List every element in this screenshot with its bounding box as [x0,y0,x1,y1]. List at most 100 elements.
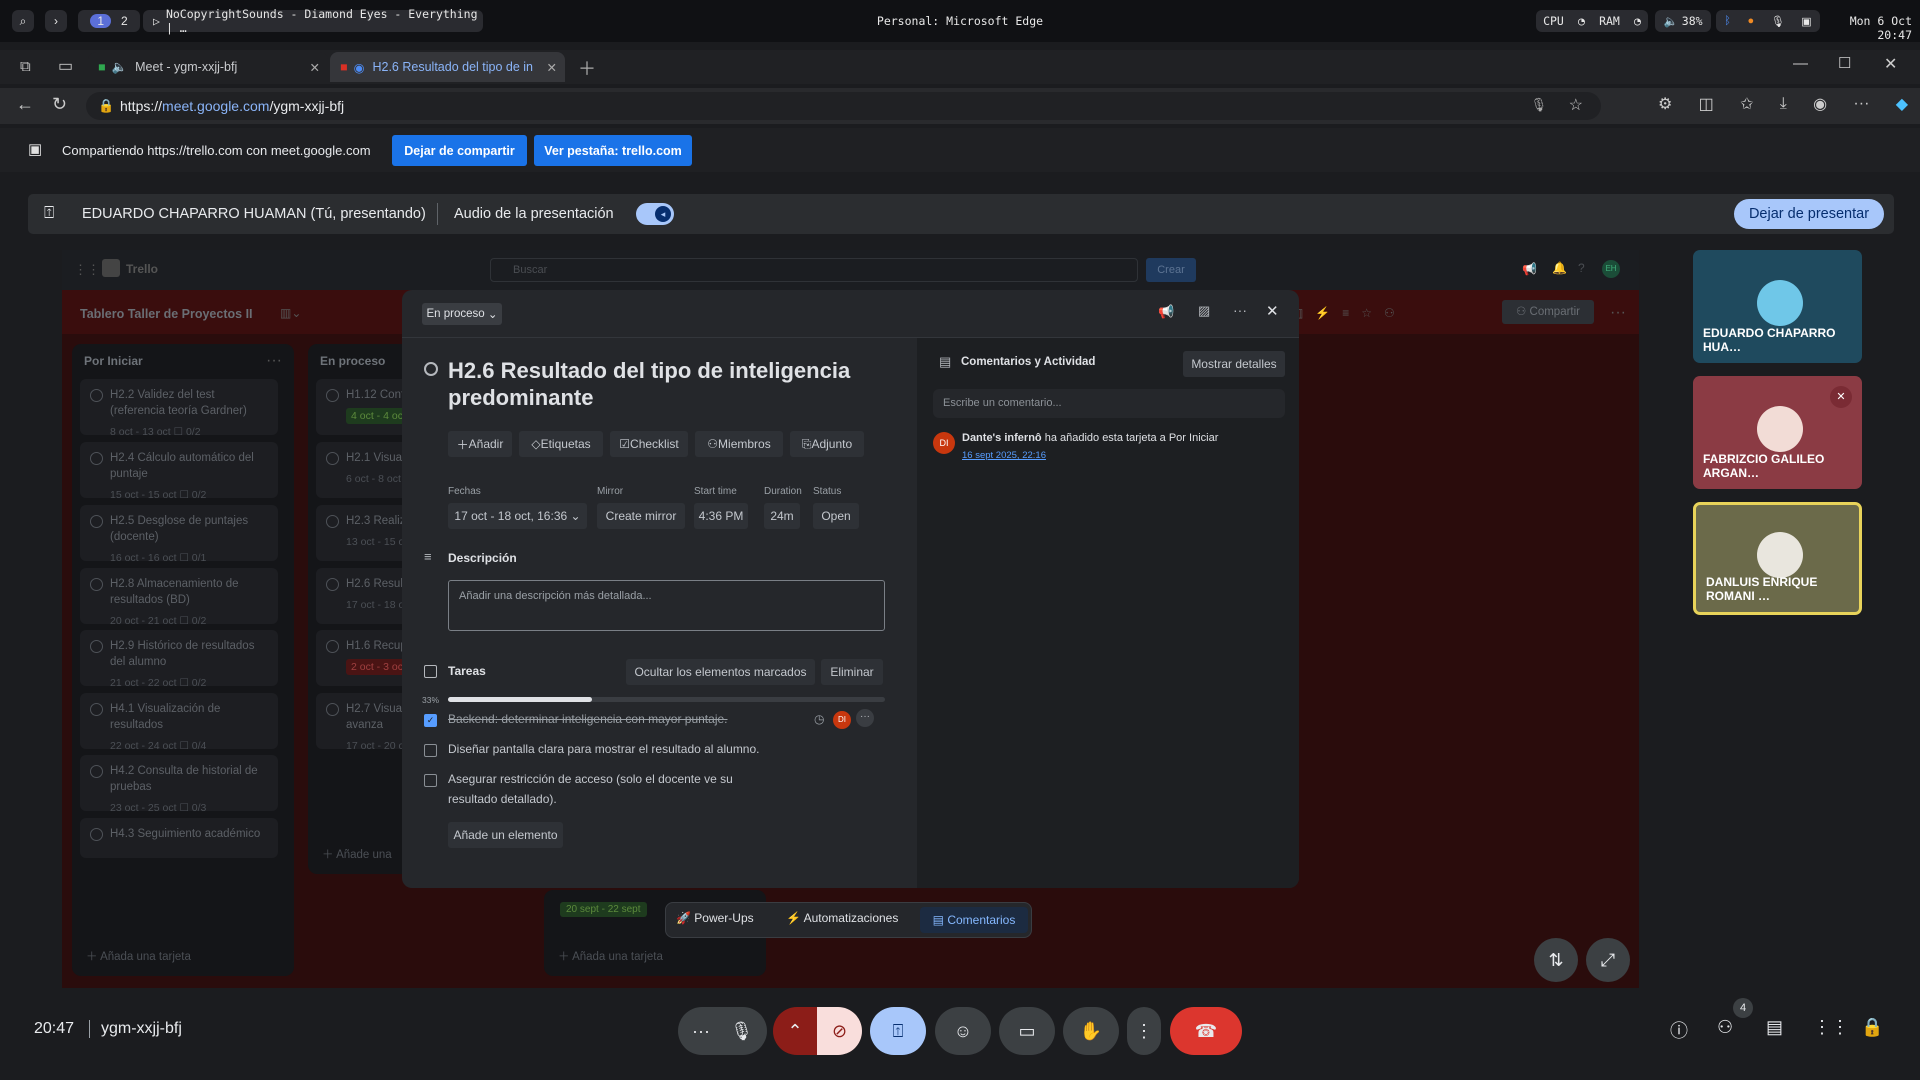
show-details-button[interactable]: Mostrar detalles [1183,351,1285,377]
board-share-button[interactable]: ⚇ Compartir [1502,300,1594,324]
minimize-icon[interactable]: — [1793,55,1808,72]
info-icon[interactable]: ⓘ [1670,1017,1688,1043]
more-icon[interactable]: ··· [1853,95,1869,113]
trello-card[interactable]: H2.4 Cálculo automático del puntaje 15 oc… [80,442,278,501]
task-item-text[interactable]: Diseñar pantalla clara para mostrar el r… [448,739,760,759]
mic-icon[interactable]: 🎙 [1530,97,1547,113]
delete-checklist-button[interactable]: Eliminar [821,659,883,685]
powerups-button[interactable]: 🚀 Power-Ups [676,911,754,925]
favorites-icon[interactable]: ✩ [1740,94,1753,114]
task-item-text[interactable]: Backend: determinar inteligencia con may… [448,709,728,729]
close-icon[interactable]: ✕ [310,60,320,75]
automations-button[interactable]: ⚡ Automatizaciones [786,911,898,925]
list-selector[interactable]: En proceso ⌄ [422,303,502,325]
more-icon[interactable]: ··· [1610,304,1626,322]
reload-icon[interactable]: ↻ [52,94,67,115]
bell-icon[interactable]: 🔔 [1552,261,1567,275]
labels-button[interactable]: ◇ Etiquetas [519,431,603,457]
firefox-icon[interactable]: ● [1747,15,1754,27]
megaphone-icon[interactable]: 📢 [1158,304,1174,320]
more-audio-options-icon[interactable]: ··· [692,1021,710,1042]
cover-image-icon[interactable]: ▨ [1198,303,1210,319]
mic-icon[interactable]: 🎙 [730,1021,753,1042]
stop-sharing-button[interactable]: Dejar de compartir [392,135,527,166]
card-complete-checkbox[interactable] [326,703,339,716]
card-complete-checkbox[interactable] [90,452,103,465]
close-icon[interactable]: ✕ [1266,302,1279,320]
avatar[interactable]: EH [1602,260,1620,278]
more-options-button[interactable]: ⋮ [1127,1007,1161,1055]
start-time-button[interactable]: 4:36 PM [694,503,748,529]
volume-widget[interactable]: 🔈 38% [1655,10,1711,32]
presentation-audio-toggle[interactable]: ◂ [636,203,674,225]
card-complete-checkbox[interactable] [90,703,103,716]
raise-hand-button[interactable]: ✋ [1063,1007,1119,1055]
tray-icons[interactable]: ᛒ ● 🎙 ▣ [1716,10,1820,32]
status-button[interactable]: Open [813,503,859,529]
card-complete-checkbox[interactable] [326,389,339,402]
present-screen-button[interactable]: ⍐ [870,1007,926,1055]
card-complete-checkbox[interactable] [90,765,103,778]
activities-icon[interactable]: ⋮⋮ [1813,1017,1849,1038]
help-icon[interactable]: ? [1578,261,1585,275]
trello-card[interactable]: H2.8 Almacenamiento de resultados (BD) 20… [80,568,278,627]
more-icon[interactable]: ··· [856,709,874,727]
extensions-icon[interactable]: ⚙ [1658,94,1672,114]
card-complete-checkbox[interactable] [326,640,339,653]
maximize-icon[interactable]: ☐ [1838,54,1851,72]
people-icon[interactable]: ⚇ [1717,1017,1733,1038]
apps-grid-icon[interactable]: ⋮⋮ [74,262,100,278]
back-icon[interactable]: ← [16,94,34,115]
activity-user[interactable]: Dante's infernô [962,432,1042,444]
task-member-avatar[interactable]: DI [833,711,851,729]
swap-layout-icon[interactable]: ⇅ [1534,938,1578,982]
trello-card[interactable]: H4.3 Seguimiento académico [80,818,278,858]
url-bar[interactable]: 🔒 https://meet.google.com/ygm-xxjj-bfj 🎙… [86,92,1601,120]
mic-icon[interactable]: 🎙 [1771,15,1785,28]
add-card-button[interactable]: ＋ Añade una [322,846,392,862]
checklist-button[interactable]: ☑ Checklist [610,431,688,457]
favorite-star-icon[interactable]: ☆ [1569,95,1583,115]
copilot-icon[interactable]: ◆ [1896,94,1908,114]
duration-button[interactable]: 24m [764,503,800,529]
captions-button[interactable]: ▭ [999,1007,1055,1055]
card-complete-checkbox[interactable] [90,828,103,841]
profile-icon[interactable]: ◉ [1813,94,1827,114]
task-item-text[interactable]: Asegurar restricción de acceso (solo el … [448,769,778,809]
activity-avatar[interactable]: DI [933,432,955,454]
board-title[interactable]: Tablero Taller de Proyectos II [80,307,253,321]
more-icon[interactable]: ··· [266,352,282,370]
card-complete-checkbox[interactable] [90,389,103,402]
close-window-icon[interactable]: ✕ [1884,54,1897,74]
complete-card-checkbox[interactable] [424,362,438,376]
trello-card[interactable]: H2.9 Histórico de resultados del alumno 2… [80,630,278,689]
card-complete-checkbox[interactable] [90,578,103,591]
view-tab-button[interactable]: Ver pestaña: trello.com [534,135,692,166]
trello-card[interactable]: H2.5 Desglose de puntajes (docente) 16 oc… [80,505,278,564]
comment-input[interactable]: Escribe un comentario... [933,389,1285,418]
screen-share-icon[interactable]: ▣ [1801,15,1811,28]
add-card-button[interactable]: ＋ Añada una tarjeta [558,948,663,964]
participant-tile[interactable]: DANLUIS ENRIQUE ROMANI … [1693,502,1862,615]
host-controls-icon[interactable]: 🔒 [1861,1017,1883,1038]
trello-card[interactable]: H4.1 Visualización de resultados 22 oct -… [80,693,278,752]
task-checkbox[interactable] [424,774,437,787]
board-tools-icons[interactable]: ▥⚡≡☆⚇ [1292,306,1407,320]
board-view-icon[interactable]: ▥⌄ [280,306,301,320]
add-card-button[interactable]: ＋ Añada una tarjeta [86,948,191,964]
system-monitor[interactable]: CPU ◔ RAM ◔ [1536,10,1648,32]
chat-icon[interactable]: ▤ [1766,1017,1783,1038]
stop-presenting-button[interactable]: Dejar de presentar [1734,199,1884,229]
more-icon[interactable]: ··· [1233,302,1247,318]
lock-icon[interactable]: 🔒 [98,98,114,114]
leave-call-button[interactable]: ☎ [1170,1007,1242,1055]
trello-card[interactable]: H4.2 Consulta de historial de pruebas 23 … [80,755,278,814]
card-complete-checkbox[interactable] [326,578,339,591]
close-icon[interactable]: ✕ [547,60,557,75]
comments-button[interactable]: ▤ Comentarios [920,907,1028,933]
add-item-button[interactable]: Añade un elemento [448,822,563,848]
trello-create-button[interactable]: Crear [1146,258,1196,282]
tab-trello[interactable]: ■ ◉ H2.6 Resultado del tipo de in ✕ [330,52,565,82]
card-complete-checkbox[interactable] [90,640,103,653]
activity-time-link[interactable]: 16 sept 2025, 22:16 [962,450,1046,461]
